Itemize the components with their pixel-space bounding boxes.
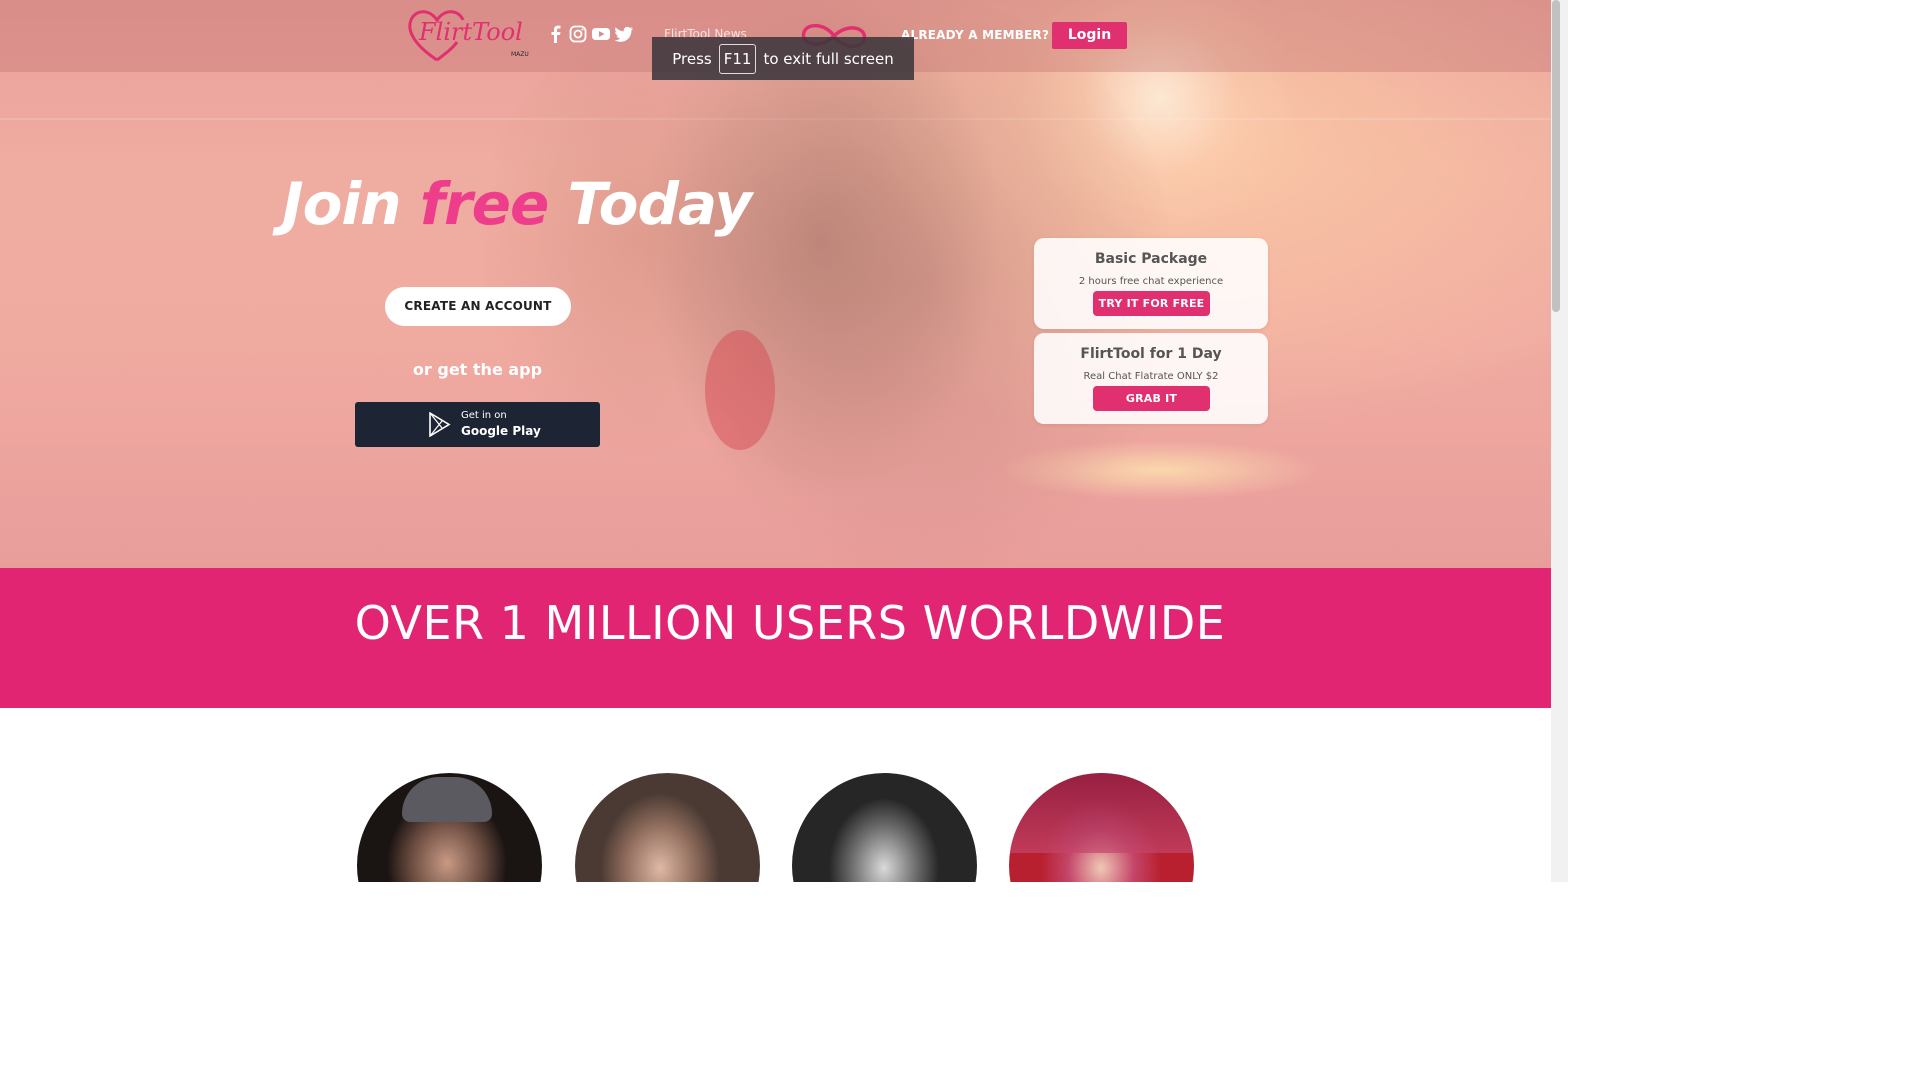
- toast-suffix: to exit full screen: [763, 49, 894, 68]
- profile-avatar[interactable]: [357, 773, 542, 882]
- package-subtitle: 2 hours free chat experience: [1078, 276, 1224, 287]
- hero-section: FlirtTool MAZU FlirtTool News ALREADY A …: [0, 0, 1551, 568]
- package-card-basic: Basic Package 2 hours free chat experien…: [1034, 238, 1268, 329]
- profile-avatar[interactable]: [575, 773, 760, 882]
- scrollbar-thumb[interactable]: [1552, 0, 1560, 312]
- headline-free: free: [419, 170, 550, 238]
- profile-avatar[interactable]: [792, 773, 977, 882]
- users-banner: OVER 1 MILLION USERS WORLDWIDE: [0, 568, 1551, 708]
- twitter-icon[interactable]: [614, 24, 634, 44]
- landing-page: FlirtTool MAZU FlirtTool News ALREADY A …: [0, 0, 1551, 882]
- google-play-label: Google Play: [461, 424, 541, 438]
- youtube-icon[interactable]: [591, 24, 611, 44]
- headline-today: Today: [567, 170, 753, 238]
- instagram-icon[interactable]: [568, 24, 588, 44]
- or-get-app-text: or get the app: [412, 360, 543, 379]
- login-button[interactable]: Login: [1052, 22, 1127, 49]
- already-member-text: ALREADY A MEMBER?: [901, 28, 1050, 42]
- flirttool-logo[interactable]: FlirtTool MAZU: [405, 6, 533, 66]
- headline-join: Join: [282, 170, 402, 238]
- try-free-button[interactable]: TRY IT FOR FREE: [1093, 291, 1210, 316]
- google-play-small-text: Get in on: [461, 410, 507, 421]
- profile-avatar[interactable]: [1009, 773, 1194, 882]
- facebook-icon[interactable]: [546, 24, 566, 44]
- hero-overlay: [0, 0, 1551, 568]
- grab-it-button[interactable]: GRAB IT: [1093, 386, 1210, 411]
- package-subtitle: Real Chat Flatrate ONLY $2: [1083, 371, 1219, 382]
- avatar-detail: [402, 777, 492, 822]
- logo-badge: MAZU: [511, 51, 529, 58]
- create-account-button[interactable]: CREATE AN ACCOUNT: [385, 287, 571, 326]
- avatar-detail: [1009, 773, 1194, 853]
- hero-headline: Join free Today: [282, 170, 753, 238]
- banner-text: OVER 1 MILLION USERS WORLDWIDE: [354, 596, 1226, 650]
- google-play-button[interactable]: Get in on Google Play: [355, 402, 600, 447]
- toast-press: Press: [672, 49, 712, 68]
- logo-text: FlirtTool: [418, 18, 523, 46]
- package-title: Basic Package: [1094, 251, 1208, 267]
- fullscreen-toast: Press F11 to exit full screen: [652, 37, 914, 80]
- play-store-icon: [429, 412, 451, 437]
- package-title: FlirtTool for 1 Day: [1080, 346, 1222, 362]
- toast-key: F11: [718, 43, 757, 74]
- package-card-day: FlirtTool for 1 Day Real Chat Flatrate O…: [1034, 333, 1268, 424]
